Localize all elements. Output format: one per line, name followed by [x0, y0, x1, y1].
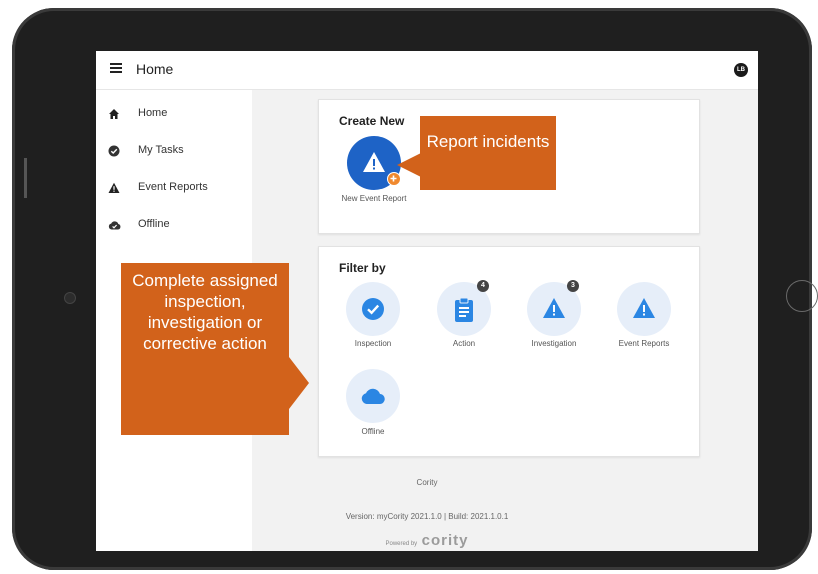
home-hardware-button[interactable] [786, 280, 818, 312]
tile-label: Event Reports [618, 339, 670, 348]
avatar[interactable]: LB [734, 63, 748, 77]
camera-icon [64, 292, 76, 304]
check-circle-icon [362, 298, 384, 320]
tile-label: Action [452, 339, 476, 348]
filter-tile-investigation[interactable]: 3 [527, 280, 581, 336]
card-title: Create New [339, 114, 405, 128]
sidebar-item-label: My Tasks [138, 144, 184, 156]
tile-label: Investigation [531, 339, 577, 348]
count-badge: 3 [567, 280, 579, 292]
new-event-report-button[interactable] [347, 136, 401, 190]
filter-tile-action[interactable]: 4 [437, 280, 491, 336]
cority-logo: cority [421, 532, 469, 549]
card-title: Filter by [339, 261, 386, 275]
tablet-frame: Home LB Home My Tasks Event Reports Offl… [12, 8, 818, 570]
menu-icon[interactable] [110, 63, 122, 73]
cloud-check-icon [108, 221, 121, 230]
footer-version: Version: myCority 2021.1.0 | Build: 2021… [345, 512, 509, 521]
cloud-icon [361, 388, 385, 405]
powered-by-label: Powered by [385, 541, 418, 547]
warning-icon [633, 298, 655, 318]
count-badge: 4 [477, 280, 489, 292]
callout-arrow [397, 153, 421, 177]
home-icon [109, 109, 119, 119]
filter-tile-offline[interactable] [346, 369, 400, 423]
side-button [24, 158, 27, 198]
check-circle-icon [108, 145, 120, 157]
filter-tile-event-reports[interactable] [617, 282, 671, 336]
callout-report-incidents: Report incidents [420, 116, 556, 190]
sidebar-item-label: Event Reports [138, 181, 208, 193]
warning-icon [108, 182, 120, 193]
page-title: Home [136, 61, 174, 77]
clipboard-icon [455, 297, 473, 322]
powered-by: Powered by cority [96, 532, 758, 550]
footer-company: Cority [416, 478, 438, 487]
top-bar: Home LB [96, 51, 758, 90]
filter-by-card: Filter by Inspection 4 Action 3 Investig… [318, 246, 700, 457]
filter-tile-inspection[interactable] [346, 282, 400, 336]
tile-label: New Event Report [341, 194, 407, 203]
tile-label: Offline [361, 427, 385, 436]
callout-arrow [289, 357, 309, 409]
sidebar-item-label: Offline [138, 218, 170, 230]
callout-complete-tasks: Complete assigned inspection, investigat… [121, 263, 289, 435]
sidebar-item-label: Home [138, 107, 168, 119]
tile-label: Inspection [354, 339, 392, 348]
warning-icon [543, 298, 565, 318]
warning-icon [363, 152, 385, 172]
